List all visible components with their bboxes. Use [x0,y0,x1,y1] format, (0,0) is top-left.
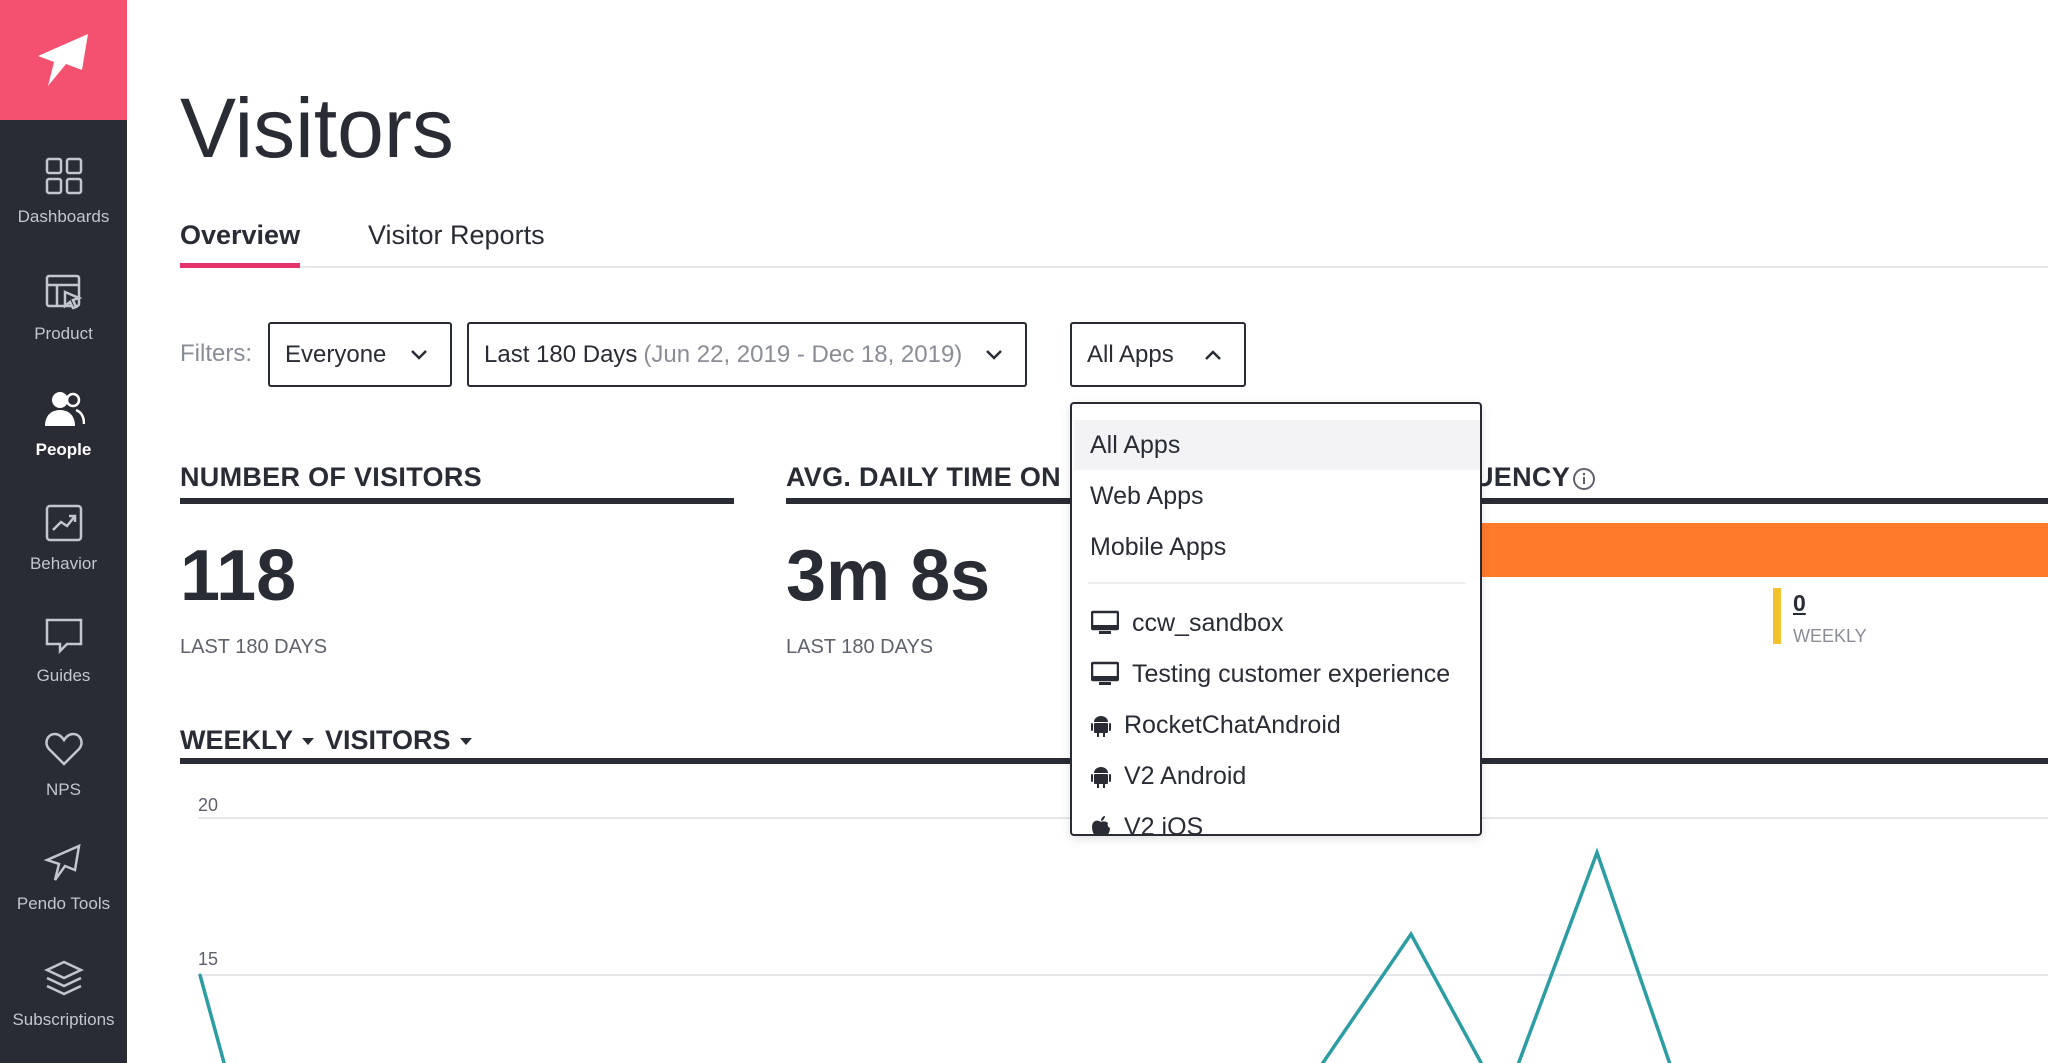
chart-header: WEEKLY VISITORS [180,725,475,756]
sidebar-item-people[interactable]: People [0,378,127,478]
desktop-icon [1090,608,1120,638]
heart-icon [43,728,85,770]
frequency-stat-title: UENCY [1474,462,1570,493]
people-icon [43,388,85,430]
data-point [199,974,202,977]
apps-select-value: All Apps [1087,341,1174,369]
info-icon[interactable] [1572,467,1596,491]
chevron-down-icon [408,344,430,366]
tab-overview[interactable]: Overview [180,220,300,268]
dropdown-app-label: RocketChatAndroid [1124,711,1341,740]
visitors-stat-title: NUMBER OF VISITORS [180,462,482,493]
visitors-line-chart [0,780,2048,1063]
time-stat-value: 3m 8s [786,535,990,617]
time-stat-title: AVG. DAILY TIME ON [786,462,1061,493]
sidebar-item-label: Dashboards [18,207,110,227]
dropdown-app-label: V2 Android [1124,762,1246,791]
apps-select[interactable]: All Apps [1070,322,1246,387]
dropdown-app-label: ccw_sandbox [1132,609,1283,638]
dropdown-divider [1088,582,1466,584]
segment-select-value: Everyone [285,341,386,369]
desktop-icon [1090,659,1120,689]
series-line [200,975,226,1063]
page-title: Visitors [180,80,454,177]
time-stat-period: LAST 180 DAYS [786,636,933,659]
metric-select[interactable]: VISITORS [325,725,475,756]
weekly-label: WEEKLY [1793,626,1867,647]
date-range-select[interactable]: Last 180 Days (Jun 22, 2019 - Dec 18, 20… [467,322,1027,387]
dropdown-app-option[interactable]: ccw_sandbox [1074,598,1480,648]
caret-down-icon [457,732,475,750]
sidebar-item-label: Guides [37,666,91,686]
dropdown-option-mobile-apps[interactable]: Mobile Apps [1074,522,1480,572]
tab-bar: Overview Visitor Reports [180,220,2048,268]
android-icon [1090,710,1112,740]
sidebar-item-label: Behavior [30,554,97,574]
weekly-marker [1773,588,1781,644]
weekly-value-link[interactable]: 0 [1793,590,1806,617]
dropdown-app-option[interactable]: V2 iOS [1074,802,1480,836]
sidebar-item-product[interactable]: Product [0,262,127,362]
tab-visitor-reports[interactable]: Visitor Reports [368,220,545,268]
date-range-detail: (Jun 22, 2019 - Dec 18, 2019) [643,341,962,369]
chevron-down-icon [983,344,1005,366]
sidebar-item-dashboards[interactable]: Dashboards [0,145,127,245]
sidebar-item-label: Product [34,324,93,344]
filters-label: Filters: [180,340,252,368]
dropdown-app-label: V2 iOS [1124,813,1203,837]
pendo-logo[interactable] [0,0,127,120]
sidebar-item-label: People [36,440,92,460]
guides-chat-icon [43,614,85,656]
visitors-stat-value: 118 [180,535,296,617]
behavior-chart-icon [43,502,85,544]
product-cursor-icon [43,272,85,314]
dropdown-app-option[interactable]: V2 Android [1074,751,1480,801]
pendo-logo-icon [34,30,94,90]
dropdown-option-all-apps[interactable]: All Apps [1074,420,1480,470]
interval-select[interactable]: WEEKLY [180,725,317,756]
visitors-stat-period: LAST 180 DAYS [180,636,327,659]
dropdown-option-web-apps[interactable]: Web Apps [1074,471,1480,521]
dropdown-app-label: Testing customer experience [1132,660,1450,689]
interval-select-label: WEEKLY [180,725,293,756]
metric-select-label: VISITORS [325,725,451,756]
series-line [1318,853,1672,1063]
visitors-stat-rule [180,498,734,504]
dropdown-app-option[interactable]: Testing customer experience [1074,649,1480,699]
apple-icon [1090,812,1112,836]
date-range-value: Last 180 Days [484,341,637,369]
frequency-bar-segment-orange [1480,523,2048,577]
sidebar-item-guides[interactable]: Guides [0,604,127,704]
dropdown-app-option[interactable]: RocketChatAndroid [1074,700,1480,750]
chevron-up-icon [1202,344,1224,366]
frequency-stat-rule [1474,498,2048,504]
data-point [1596,851,1599,854]
apps-dropdown-menu: All Apps Web Apps Mobile Apps ccw_sandbo… [1070,402,1482,836]
segment-select[interactable]: Everyone [268,322,452,387]
sidebar-item-behavior[interactable]: Behavior [0,492,127,592]
data-point [1410,933,1413,936]
time-stat-rule [786,498,1086,504]
dashboard-grid-icon [43,155,85,197]
caret-down-icon [299,732,317,750]
android-icon [1090,761,1112,791]
